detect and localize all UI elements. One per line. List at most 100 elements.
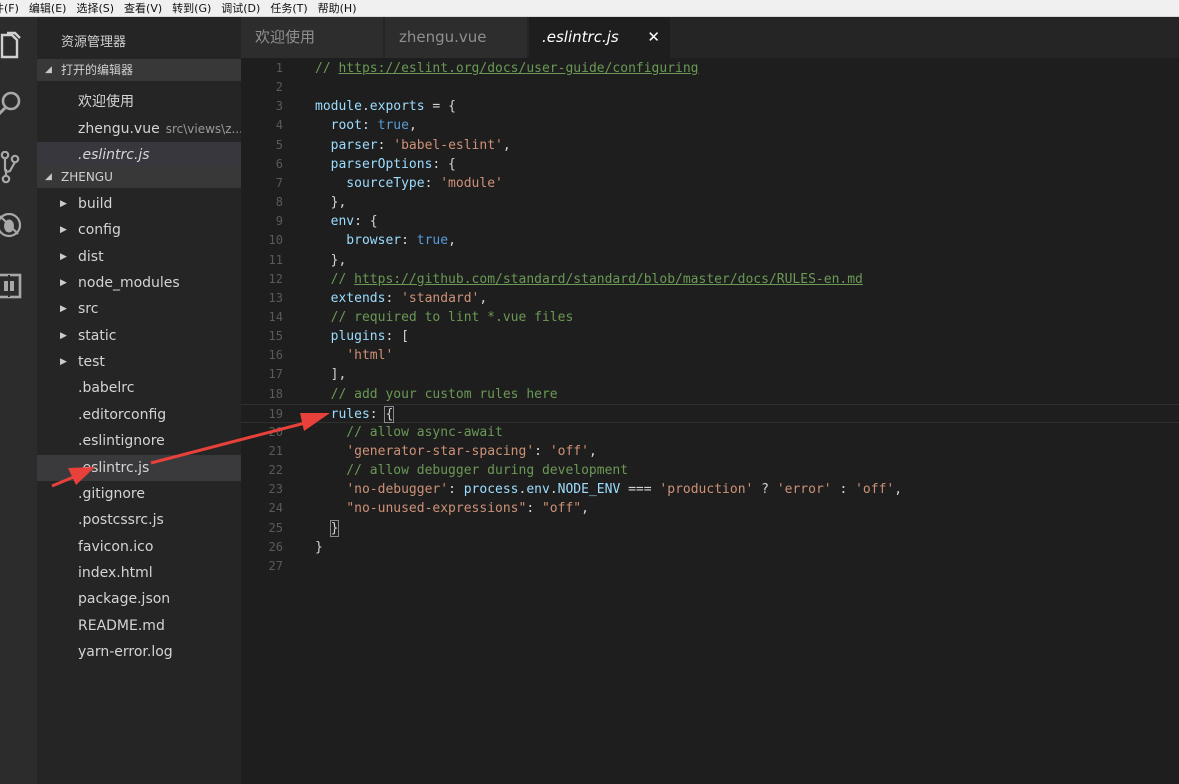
code-text: 'html' [315, 346, 393, 365]
line-number: 25 [268, 520, 283, 535]
code-line: 14 // required to lint *.vue files [241, 308, 1179, 327]
menu-item[interactable]: 件(F) [0, 0, 19, 16]
line-number: 9 [275, 214, 283, 229]
file-name: index.html [78, 564, 153, 581]
tab-zhengu-vue[interactable]: zhengu.vue [385, 17, 528, 58]
code-token: . [361, 99, 370, 115]
open-editor-name: zhengu.vue [78, 120, 160, 137]
tab-welcome[interactable]: 欢迎使用 [241, 17, 384, 58]
explorer-sidebar: 资源管理器 ◢ 打开的编辑器 欢迎使用 zhengu.vue src\views\z… [37, 17, 241, 784]
code-line: 3 module.exports = { [241, 97, 1179, 116]
file-item[interactable]: index.html [37, 560, 241, 586]
code-token: : [831, 482, 856, 498]
file-item[interactable]: package.json [37, 586, 241, 612]
debug-icon[interactable] [0, 213, 30, 243]
menu-item[interactable]: 查看(V) [124, 0, 162, 16]
code-token: : [385, 290, 402, 306]
code-token: , [502, 137, 511, 153]
code-token: parserOptions [315, 156, 433, 172]
files-icon[interactable] [0, 31, 30, 61]
folder-item[interactable]: ▶ test [37, 349, 241, 375]
source-control-icon[interactable] [0, 151, 30, 184]
menu-item[interactable]: 帮助(H) [318, 0, 357, 16]
code-line: 8 }, [241, 193, 1179, 212]
search-icon[interactable] [0, 90, 30, 120]
folder-item[interactable]: ▶ static [37, 323, 241, 349]
code-token: 'module' [440, 175, 503, 191]
code-line: 24 "no-unused-expressions": "off", [241, 499, 1179, 518]
line-number: 5 [275, 137, 283, 152]
file-item[interactable]: .gitignore [37, 481, 241, 507]
folder-item[interactable]: ▶ dist [37, 244, 241, 270]
code-token: "no-unused-expressions" [346, 501, 527, 517]
code-text: parserOptions: { [315, 155, 456, 174]
tab-bar: 欢迎使用 zhengu.vue .eslintrc.js ✕ [241, 17, 1179, 58]
tab-label: 欢迎使用 [255, 28, 316, 46]
code-editor[interactable]: 1 // https://eslint.org/docs/user-guide/c… [241, 58, 1179, 784]
menu-item[interactable]: 转到(G) [172, 0, 211, 16]
code-token: true [377, 118, 409, 134]
code-line: 9 env: { [241, 212, 1179, 231]
code-token: 'generator-star-spacing' [346, 444, 535, 459]
tab-eslintrc[interactable]: .eslintrc.js ✕ [529, 17, 671, 58]
line-number: 18 [268, 386, 283, 401]
code-text: }, [315, 193, 347, 212]
code-line: 7 sourceType: 'module' [241, 174, 1179, 193]
code-token: root [315, 118, 362, 134]
menu-item[interactable]: 调试(D) [221, 0, 260, 16]
code-token: 'standard' [401, 290, 480, 306]
folder-item[interactable]: ▶ build [37, 191, 241, 217]
open-editor-path: src\views\z... [165, 121, 241, 136]
menu-item[interactable]: 任务(T) [270, 0, 307, 16]
code-token: "off" [541, 501, 582, 517]
file-item[interactable]: .editorconfig [37, 402, 241, 428]
chevron-right-icon: ▶ [60, 251, 67, 262]
menu-item[interactable]: 选择(S) [76, 0, 114, 16]
folder-name: src [78, 301, 99, 318]
line-number: 14 [268, 309, 283, 324]
code-token: // required to lint *.vue files [315, 309, 574, 325]
code-token: , [581, 501, 589, 517]
code-token: , [894, 482, 903, 498]
code-token: 'no-debugger' [346, 482, 449, 498]
code-line: 23 'no-debugger': process.env.NODE_ENV =… [241, 480, 1179, 499]
code-line: 13 extends: 'standard', [241, 289, 1179, 308]
file-item[interactable]: .babelrc [37, 375, 241, 401]
code-token: 'off' [549, 444, 589, 459]
file-item[interactable]: .postcssrc.js [37, 507, 241, 533]
code-token: 'production' [659, 482, 754, 498]
folder-item[interactable]: ▶ src [37, 296, 241, 322]
chevron-right-icon: ▶ [60, 225, 67, 236]
open-editors-header[interactable]: ◢ 打开的编辑器 [37, 59, 241, 81]
menu-item[interactable]: 编辑(E) [29, 0, 67, 16]
chevron-right-icon: ▶ [60, 278, 67, 289]
file-item[interactable]: favicon.ico [37, 534, 241, 560]
folder-name: test [78, 354, 105, 371]
open-editor-item[interactable]: .eslintrc.js [37, 142, 241, 168]
code-token: : { [354, 214, 378, 230]
file-name: package.json [78, 591, 171, 608]
extensions-icon[interactable] [0, 273, 30, 303]
code-token: . [549, 482, 558, 498]
code-token: 'off' [855, 482, 895, 498]
code-token: }, [315, 252, 347, 268]
folder-item[interactable]: ▶ config [37, 217, 241, 243]
code-token: NODE_ENV [557, 482, 621, 498]
file-item[interactable]: .eslintrc.js [37, 454, 241, 481]
file-item[interactable]: .eslintignore [37, 428, 241, 454]
file-item[interactable]: README.md [37, 613, 241, 639]
file-item[interactable]: yarn-error.log [37, 639, 241, 665]
code-token: , [448, 233, 456, 249]
open-editor-item[interactable]: 欢迎使用 [37, 89, 241, 115]
folder-item[interactable]: ▶ node_modules [37, 270, 241, 296]
code-line: 16 'html' [241, 346, 1179, 365]
line-number: 13 [268, 290, 283, 305]
code-token: }, [315, 195, 347, 211]
close-icon[interactable]: ✕ [647, 17, 660, 58]
open-editor-item[interactable]: zhengu.vue src\views\z... [37, 116, 241, 142]
project-header[interactable]: ◢ ZHENGU [37, 166, 241, 188]
code-text: extends: 'standard', [315, 289, 488, 308]
